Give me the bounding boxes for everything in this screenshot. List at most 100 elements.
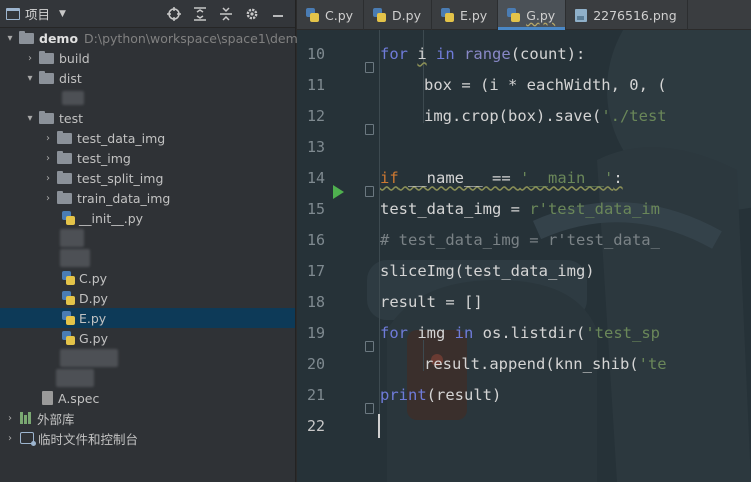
redacted-item (0, 228, 295, 248)
code-text: result = [] (380, 292, 483, 311)
python-file-icon (62, 311, 75, 325)
tree-item-test[interactable]: ▾ test (0, 108, 295, 128)
folder-icon (39, 50, 54, 64)
tree-item-label: D.py (79, 290, 108, 306)
project-panel-header: 项目 ▼ (0, 0, 295, 28)
tree-item-e-py[interactable]: E.py (0, 308, 295, 328)
folder-icon (19, 30, 34, 44)
redacted-block (62, 91, 84, 105)
collapse-all-icon[interactable] (219, 6, 233, 21)
code-fragment: img (408, 323, 455, 342)
tab-label: G.py (526, 7, 556, 23)
python-file-icon (62, 211, 75, 225)
line-number: 15 (306, 199, 325, 218)
image-file-icon (575, 8, 588, 22)
tab-label: 2276516.png (593, 7, 677, 23)
tab-d-py[interactable]: D.py (364, 0, 432, 30)
folder-icon (39, 110, 54, 124)
tab-c-py[interactable]: C.py (297, 0, 365, 30)
tree-item-label: test (59, 110, 84, 126)
tab-g-py[interactable]: G.py (498, 0, 567, 30)
python-file-icon (440, 8, 454, 22)
tree-item-d-py[interactable]: D.py (0, 288, 295, 308)
code-line-10: 10 for i in range(count): (297, 38, 751, 73)
code-line-18: 18 result = [] (297, 286, 751, 317)
tree-item-test-img[interactable]: › test_img (0, 148, 295, 168)
tree-item-label: C.py (79, 270, 108, 286)
text-cursor (372, 413, 382, 438)
code-line-16: 16 # test_data_img = r'test_data_ (297, 224, 751, 255)
code-editor: C.py D.py E.py G.py 2276516.png 10 for i… (297, 0, 751, 482)
python-file-icon (62, 291, 75, 305)
line-number: 18 (306, 292, 325, 311)
tree-item-a-spec[interactable]: A.spec (0, 388, 295, 408)
tree-item-train-data-img[interactable]: › train_data_img (0, 188, 295, 208)
tree-item-label: A.spec (58, 390, 100, 406)
chevron-right-icon[interactable]: › (24, 53, 36, 64)
keyword: for (380, 323, 408, 342)
folder-icon (57, 190, 72, 204)
code-fragment: img.crop(box).save( (424, 106, 602, 125)
code-text: print(result) (380, 386, 501, 404)
tree-item-label: G.py (79, 330, 108, 346)
line-number: 19 (306, 323, 325, 342)
redacted-block (60, 229, 84, 247)
code-line-15: 15 test_data_img = r'test_data_im (297, 193, 751, 224)
redacted-block (60, 349, 118, 367)
folder-icon (57, 150, 72, 164)
chevron-right-icon[interactable]: › (42, 153, 54, 164)
tree-item-build[interactable]: › build (0, 48, 295, 68)
tree-item-test-data-img[interactable]: › test_data_img (0, 128, 295, 148)
tree-item-dist[interactable]: ▾ dist (0, 68, 295, 88)
redacted-block (56, 369, 94, 387)
redacted-item (0, 248, 295, 268)
chevron-down-icon[interactable]: ▾ (24, 113, 36, 124)
line-number: 14 (306, 168, 325, 187)
tab-e-py[interactable]: E.py (432, 0, 499, 30)
locate-file-icon[interactable] (167, 6, 181, 21)
line-number: 20 (306, 354, 325, 373)
code-fragment: (result) (426, 385, 502, 404)
project-tree: ▾ demo D:\python\workspace\space1\demo ›… (0, 28, 305, 482)
chevron-right-icon[interactable]: › (4, 433, 16, 444)
string: 'test_sp (585, 323, 660, 342)
tree-item-label: __init__.py (79, 210, 144, 226)
code-line-13: 13 (297, 131, 751, 162)
keyword: in (436, 44, 455, 63)
code-line-11: 11 box = (i * eachWidth, 0, ( (297, 69, 751, 100)
string: r'test_data_im (529, 199, 660, 218)
code-line-19: 19 for img in os.listdir('test_sp (297, 317, 751, 352)
code-text: sliceImg(test_data_img) (380, 261, 595, 280)
code-fragment: (count): (510, 44, 586, 63)
tab-2276516-png[interactable]: 2276516.png (566, 0, 688, 30)
chevron-right-icon[interactable]: › (42, 133, 54, 144)
project-view-selector[interactable]: 项目 ▼ (6, 4, 66, 23)
expand-all-icon[interactable] (193, 6, 207, 21)
tree-item-c-py[interactable]: C.py (0, 268, 295, 288)
code-fragment: os.listdir( (473, 323, 586, 342)
tree-item-demo[interactable]: ▾ demo D:\python\workspace\space1\demo (0, 28, 305, 48)
redacted-item (0, 88, 295, 108)
keyword: for (380, 44, 408, 63)
chevron-right-icon[interactable]: › (4, 413, 16, 424)
code-line-22: 22 (297, 410, 751, 441)
chevron-right-icon[interactable]: › (42, 193, 54, 204)
chevron-down-icon[interactable]: ▾ (24, 73, 36, 84)
tree-item-label: train_data_img (77, 190, 171, 206)
redacted-block (60, 249, 90, 267)
code-area[interactable]: 10 for i in range(count): 11 box = (i * … (297, 30, 751, 482)
python-file-icon (373, 8, 387, 22)
tree-item-init-py[interactable]: __init__.py (0, 208, 295, 228)
code-text: if __name__ == '__main__': (380, 169, 623, 187)
tree-item-scratches[interactable]: › 临时文件和控制台 (0, 428, 295, 448)
chevron-down-icon[interactable]: ▾ (4, 33, 16, 44)
tree-item-test-split-img[interactable]: › test_split_img (0, 168, 295, 188)
tree-item-g-py[interactable]: G.py (0, 328, 295, 348)
tab-label: C.py (325, 7, 354, 23)
code-text: result.append(knn_shib('te (424, 355, 667, 373)
chevron-right-icon[interactable]: › (42, 173, 54, 184)
gear-icon[interactable] (245, 7, 259, 21)
hide-panel-icon[interactable] (271, 7, 285, 21)
code-text: box = (i * eachWidth, 0, ( (424, 75, 667, 94)
tree-item-external-libraries[interactable]: › 外部库 (0, 408, 295, 428)
